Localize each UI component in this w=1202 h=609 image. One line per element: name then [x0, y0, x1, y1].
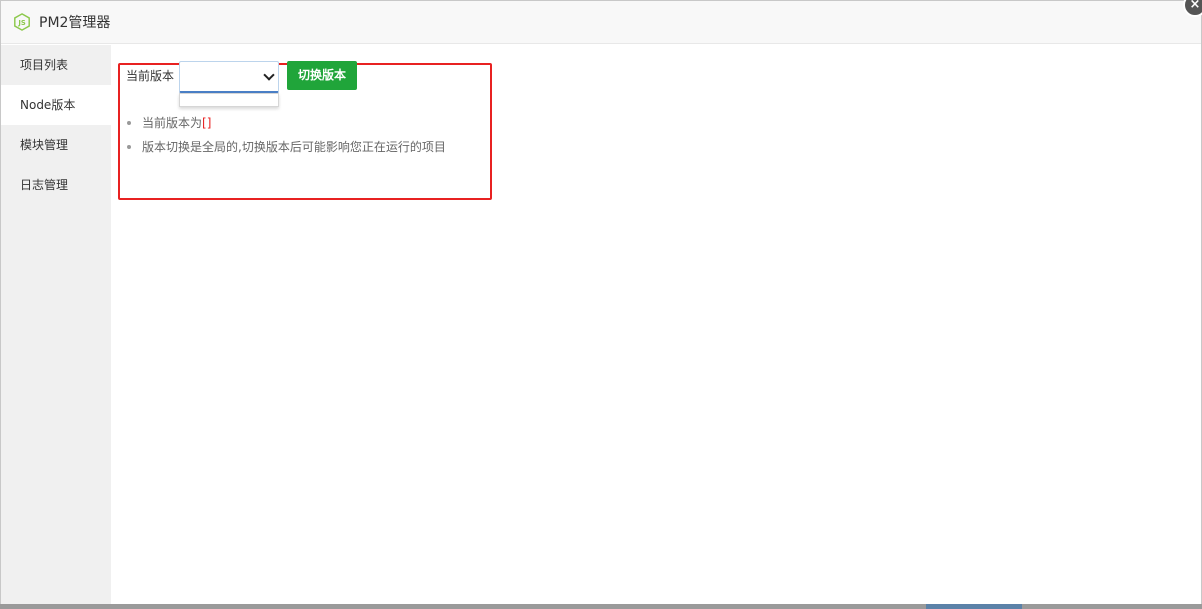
sidebar-item-project-list[interactable]: 项目列表	[1, 45, 111, 85]
chevron-down-icon	[263, 69, 275, 81]
global-switch-warning: 版本切换是全局的,切换版本后可能影响您正在运行的项目	[142, 140, 446, 154]
sidebar-item-label: 日志管理	[20, 178, 69, 192]
bottom-accent	[926, 604, 1022, 609]
svg-text:JS: JS	[17, 19, 26, 27]
bullet-icon	[127, 145, 131, 149]
current-version-label: 当前版本	[126, 69, 175, 83]
version-dropdown-list[interactable]	[179, 93, 280, 107]
version-row: 当前版本 切换版本	[126, 61, 358, 107]
notes-list: 当前版本为[] 版本切换是全局的,切换版本后可能影响您正在运行的项目	[126, 111, 446, 159]
bullet-icon	[127, 121, 131, 125]
sidebar-item-module-management[interactable]: 模块管理	[1, 125, 111, 165]
version-select[interactable]	[179, 61, 280, 93]
window-title: PM2管理器	[39, 15, 111, 31]
pm2-manager-window: JS PM2管理器 × 项目列表 Node版本 模块管理 日志管理 当前版本 切…	[0, 0, 1202, 609]
sidebar-item-label: Node版本	[20, 98, 76, 112]
current-version-value: []	[202, 116, 212, 130]
sidebar-item-label: 模块管理	[20, 138, 69, 152]
sidebar-item-node-version[interactable]: Node版本	[1, 85, 111, 125]
titlebar: JS PM2管理器	[1, 1, 1201, 44]
list-item: 版本切换是全局的,切换版本后可能影响您正在运行的项目	[126, 135, 446, 159]
version-select-wrapper	[179, 61, 280, 107]
main-content: 当前版本 切换版本 当前版本为[] 版本切换是全局的,切换版本后可能影响您正在运…	[111, 45, 1201, 605]
nodejs-logo-icon: JS	[14, 13, 30, 31]
sidebar-item-log-management[interactable]: 日志管理	[1, 165, 111, 205]
sidebar: 项目列表 Node版本 模块管理 日志管理	[1, 45, 111, 605]
switch-version-button[interactable]: 切换版本	[287, 61, 358, 90]
list-item: 当前版本为[]	[126, 111, 446, 135]
close-icon: ×	[1189, 0, 1201, 12]
current-version-text: 当前版本为	[142, 116, 203, 130]
sidebar-item-label: 项目列表	[20, 58, 69, 72]
